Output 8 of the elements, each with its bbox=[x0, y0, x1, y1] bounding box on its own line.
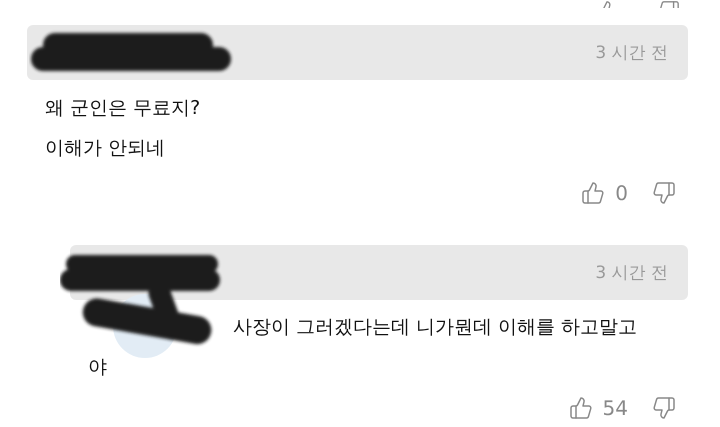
like-count: 0 bbox=[615, 181, 628, 205]
comment-text: 야 bbox=[88, 355, 107, 380]
comment-text: 왜 군인은 무료지? bbox=[45, 96, 200, 121]
comment-time: 3 시간 전 bbox=[595, 42, 668, 64]
like-count: 54 bbox=[602, 396, 628, 420]
comment-time: 3 시간 전 bbox=[595, 262, 668, 284]
comment-text: 이해가 안되네 bbox=[45, 136, 166, 161]
comment-text: 사장이 그러겠다는데 니가뭔데 이해를 하고말고 bbox=[233, 315, 638, 340]
